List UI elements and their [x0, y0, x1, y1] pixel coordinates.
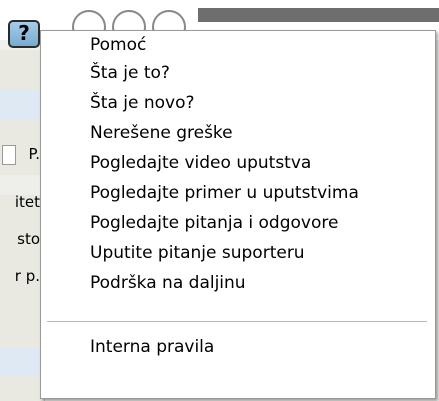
menu-item-help[interactable]: Pomoć: [90, 35, 146, 63]
menu-item-tutorial-examples[interactable]: Pogledajte primer u uputstvima: [90, 183, 359, 211]
help-context-menu: Pomoć Šta je to? Šta je novo? Nerešene g…: [40, 30, 436, 399]
panel-band: [0, 348, 44, 376]
menu-item-what-is-this[interactable]: Šta je to?: [90, 63, 170, 91]
menu-item-internal-rules[interactable]: Interna pravila: [90, 337, 214, 365]
menu-item-ask-support[interactable]: Uputite pitanje suporteru: [90, 243, 305, 271]
menu-item-open-errors[interactable]: Nerešene greške: [90, 123, 233, 151]
menu-item-whats-new[interactable]: Šta je novo?: [90, 93, 195, 121]
menu-item-questions-answers[interactable]: Pogledajte pitanja i odgovore: [90, 213, 338, 241]
menu-item-video-tutorials[interactable]: Pogledajte video uputstva: [90, 153, 311, 181]
toolbar-dark-band: [198, 8, 439, 22]
background-panel: P. itet sto r p.: [0, 50, 45, 401]
panel-band: [0, 90, 44, 120]
panel-text-fragment: P.: [28, 145, 40, 163]
panel-text-fragment: r p.: [14, 267, 40, 285]
menu-item-remote-support[interactable]: Podrška na daljinu: [90, 273, 246, 301]
panel-band: [0, 175, 44, 195]
help-button[interactable]: ?: [8, 20, 40, 48]
panel-text-fragment: sto: [17, 230, 40, 248]
menu-separator: [47, 321, 427, 323]
panel-text-fragment: itet: [14, 193, 40, 211]
